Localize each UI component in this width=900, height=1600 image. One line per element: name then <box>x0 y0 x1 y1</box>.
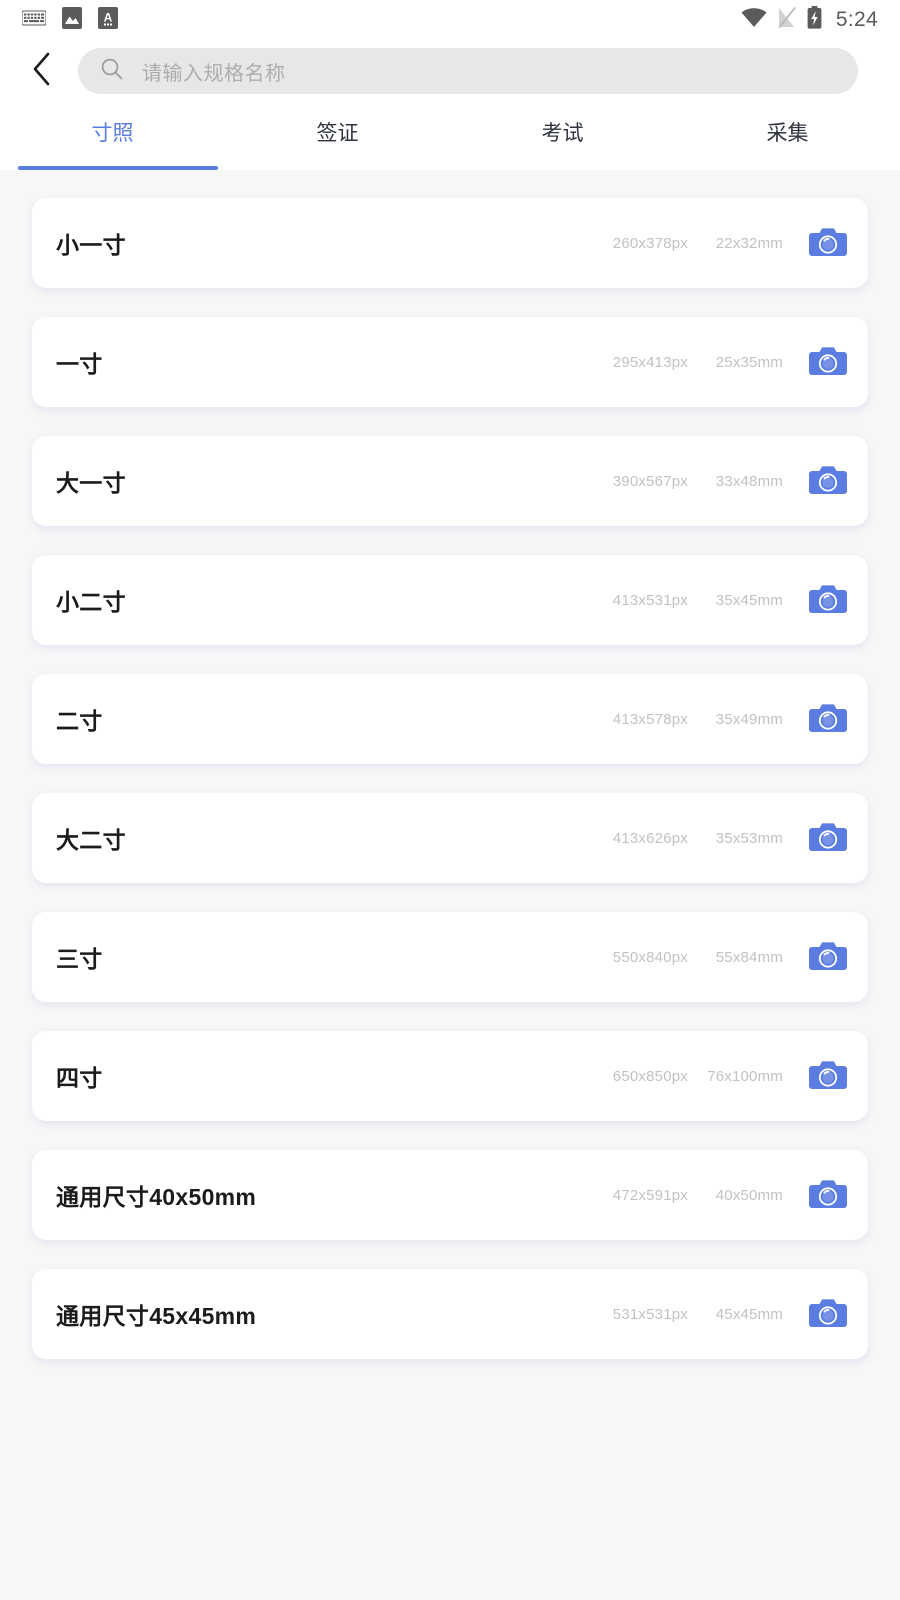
image-icon <box>62 6 82 34</box>
tab-kaoshi[interactable]: 考试 <box>450 102 675 170</box>
status-bar-left-icons: A <box>21 6 118 34</box>
spec-name: 小一寸 <box>56 232 126 258</box>
camera-button[interactable] <box>808 223 848 263</box>
tab-label: 签证 <box>316 122 359 145</box>
spec-mm-size: 33x48mm <box>715 472 783 490</box>
camera-button[interactable] <box>808 1294 848 1334</box>
spec-name: 大二寸 <box>56 827 126 853</box>
spec-name: 大一寸 <box>56 470 126 496</box>
camera-icon <box>809 701 847 738</box>
camera-button[interactable] <box>808 1056 848 1096</box>
spec-pixel-size: 650x850px <box>612 1067 688 1085</box>
spec-list-item-8[interactable]: 通用尺寸40x50mm 472x591px 40x50mm <box>32 1150 868 1240</box>
camera-icon <box>809 463 847 500</box>
camera-button[interactable] <box>808 937 848 977</box>
spec-pixel-size: 550x840px <box>612 948 688 966</box>
tab-label: 考试 <box>541 122 584 145</box>
camera-button[interactable] <box>808 818 848 858</box>
spec-mm-size: 40x50mm <box>715 1186 783 1204</box>
status-bar-clock: 5:24 <box>835 8 878 31</box>
spec-mm-size: 55x84mm <box>715 948 783 966</box>
spec-pixel-size: 531x531px <box>612 1305 688 1323</box>
spec-pixel-size: 390x567px <box>612 472 688 490</box>
camera-button[interactable] <box>808 1175 848 1215</box>
camera-button[interactable] <box>808 461 848 501</box>
camera-icon <box>809 1058 847 1095</box>
wifi-icon <box>741 7 767 33</box>
spec-mm-size: 22x32mm <box>715 234 783 252</box>
spec-pixel-size: 413x531px <box>612 591 688 609</box>
spec-pixel-size: 472x591px <box>612 1186 688 1204</box>
spec-mm-size: 76x100mm <box>707 1067 783 1085</box>
spec-name: 四寸 <box>56 1065 103 1091</box>
camera-icon <box>809 1296 847 1333</box>
camera-button[interactable] <box>808 342 848 382</box>
tab-bar: 寸照 签证 考试 采集 <box>0 102 900 170</box>
spec-mm-size: 35x49mm <box>715 710 783 728</box>
back-button[interactable] <box>22 51 62 91</box>
svg-text:A: A <box>104 10 113 24</box>
status-bar: A 5:24 <box>0 0 900 40</box>
camera-icon <box>809 225 847 262</box>
camera-icon <box>809 582 847 619</box>
search-input-placeholder[interactable]: 请输入规格名称 <box>142 57 286 86</box>
camera-button[interactable] <box>808 699 848 739</box>
header-bar: 请输入规格名称 <box>0 40 900 102</box>
camera-icon <box>809 939 847 976</box>
spec-mm-size: 35x53mm <box>715 829 783 847</box>
spec-list-item-5[interactable]: 大二寸 413x626px 35x53mm <box>32 793 868 883</box>
spec-list-item-9[interactable]: 通用尺寸45x45mm 531x531px 45x45mm <box>32 1269 868 1359</box>
spec-mm-size: 35x45mm <box>715 591 783 609</box>
status-bar-right-icons: 5:24 <box>741 6 878 34</box>
spec-list: 小一寸 260x378px 22x32mm 一寸 295x413px 25x35… <box>0 170 900 1359</box>
camera-button[interactable] <box>808 580 848 620</box>
spec-name: 通用尺寸45x45mm <box>56 1303 257 1329</box>
spec-name: 二寸 <box>56 708 103 734</box>
spec-pixel-size: 295x413px <box>612 353 688 371</box>
no-signal-icon <box>778 7 796 33</box>
chevron-left-icon <box>31 52 53 91</box>
spec-list-item-6[interactable]: 三寸 550x840px 55x84mm <box>32 912 868 1002</box>
spec-pixel-size: 413x626px <box>612 829 688 847</box>
spec-list-item-1[interactable]: 一寸 295x413px 25x35mm <box>32 317 868 407</box>
camera-icon <box>809 1177 847 1214</box>
camera-icon <box>809 820 847 857</box>
tab-qianzheng[interactable]: 签证 <box>225 102 450 170</box>
tab-label: 采集 <box>766 122 809 145</box>
search-bar[interactable]: 请输入规格名称 <box>78 48 858 94</box>
tab-cunzhao[interactable]: 寸照 <box>0 102 225 170</box>
spec-list-item-7[interactable]: 四寸 650x850px 76x100mm <box>32 1031 868 1121</box>
keyboard-icon <box>21 9 47 32</box>
letter-a-icon: A <box>98 6 118 34</box>
tab-label: 寸照 <box>91 122 134 145</box>
spec-pixel-size: 413x578px <box>612 710 688 728</box>
spec-list-item-4[interactable]: 二寸 413x578px 35x49mm <box>32 674 868 764</box>
tab-active-indicator <box>18 166 218 170</box>
spec-pixel-size: 260x378px <box>612 234 688 252</box>
spec-name: 一寸 <box>56 351 103 377</box>
spec-mm-size: 45x45mm <box>715 1305 783 1323</box>
search-icon <box>100 57 124 86</box>
battery-charging-icon <box>807 6 822 34</box>
spec-name: 三寸 <box>56 946 103 972</box>
camera-icon <box>809 344 847 381</box>
spec-list-item-3[interactable]: 小二寸 413x531px 35x45mm <box>32 555 868 645</box>
spec-name: 小二寸 <box>56 589 126 615</box>
spec-mm-size: 25x35mm <box>715 353 783 371</box>
tab-caiji[interactable]: 采集 <box>675 102 900 170</box>
spec-list-item-2[interactable]: 大一寸 390x567px 33x48mm <box>32 436 868 526</box>
spec-list-item-0[interactable]: 小一寸 260x378px 22x32mm <box>32 198 868 288</box>
spec-name: 通用尺寸40x50mm <box>56 1184 257 1210</box>
